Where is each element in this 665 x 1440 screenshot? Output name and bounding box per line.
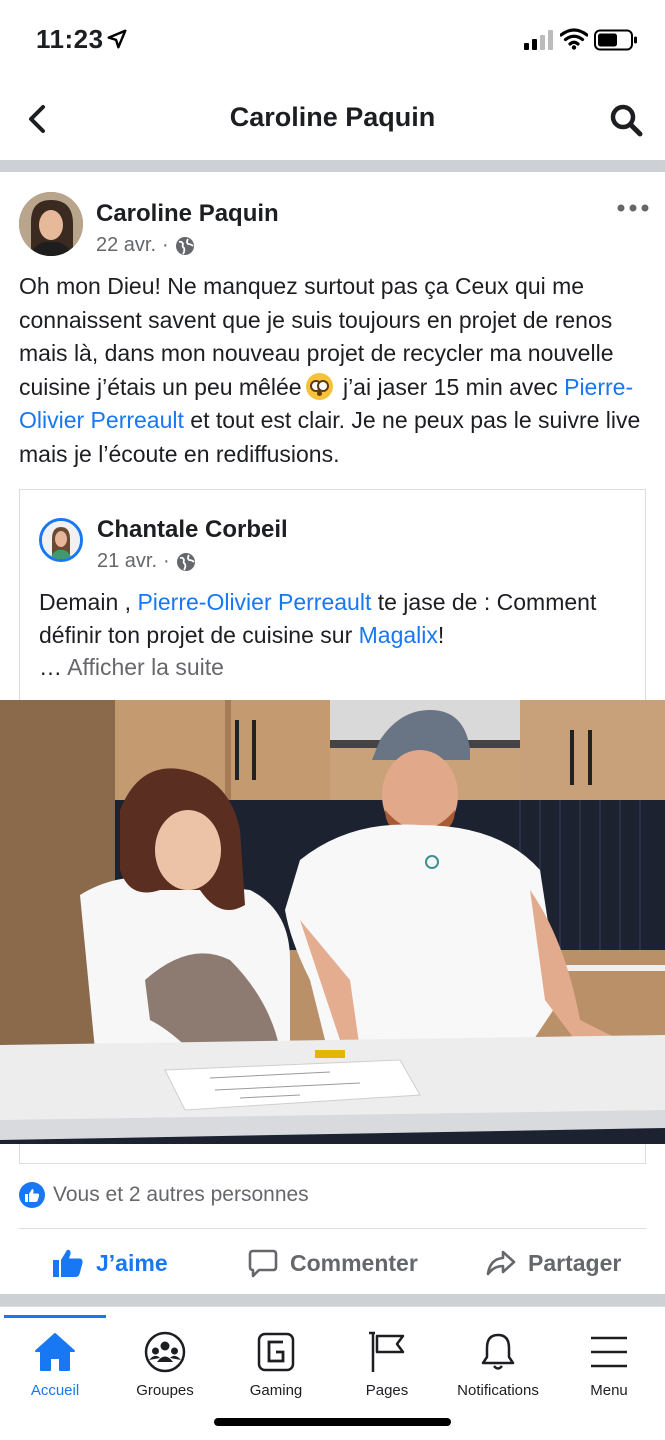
home-icon: [35, 1333, 75, 1371]
tab-label: Groupes: [136, 1382, 194, 1399]
like-label: J’aime: [96, 1249, 168, 1276]
shared-author-name[interactable]: Chantale Corbeil: [97, 516, 288, 544]
globe-icon: [175, 236, 194, 255]
status-time: 11:23: [36, 24, 104, 54]
location-arrow-icon: [107, 29, 127, 49]
post-date[interactable]: 22 avr.: [96, 234, 156, 257]
tab-menu[interactable]: Menu: [554, 1331, 664, 1399]
meta-separator: ·: [162, 234, 169, 256]
battery-icon: [594, 29, 637, 51]
kitchen-photo: [0, 700, 665, 1144]
ellipsis: …: [39, 654, 68, 680]
tab-groupes[interactable]: Groupes: [110, 1331, 220, 1399]
like-button[interactable]: J’aime: [52, 1238, 168, 1288]
shared-mention-link[interactable]: Pierre-Olivier Perreault: [137, 589, 371, 615]
post-photo[interactable]: [0, 700, 665, 1144]
tab-gaming[interactable]: Gaming: [221, 1331, 331, 1399]
reactions-text: Vous et 2 autres personnes: [53, 1183, 309, 1206]
thumbs-up-icon: [53, 1249, 83, 1277]
tab-label: Gaming: [249, 1382, 303, 1399]
post-meta: 22 avr. ·: [96, 234, 195, 257]
nav-header: Caroline Paquin: [0, 80, 665, 160]
groups-icon: [144, 1331, 186, 1373]
share-label: Partager: [528, 1249, 622, 1276]
home-indicator: [214, 1418, 451, 1426]
shared-post-meta: 21 avr. ·: [97, 550, 196, 573]
status-bar: 11:23: [0, 0, 665, 80]
comment-bubble-icon: [248, 1249, 278, 1278]
page-link[interactable]: Magalix: [359, 622, 438, 648]
feed-post: Caroline Paquin 22 avr. · Oh mon Dieu! N…: [0, 172, 665, 1294]
comment-button[interactable]: Commenter: [248, 1238, 418, 1288]
comment-label: Commenter: [290, 1249, 418, 1276]
tab-notifications[interactable]: Notifications: [443, 1331, 553, 1399]
shared-author-avatar[interactable]: [39, 518, 83, 562]
post-body: Oh mon Dieu! Ne manquez surtout pas ça C…: [19, 270, 649, 471]
tab-accueil[interactable]: Accueil: [0, 1331, 110, 1399]
see-more-link[interactable]: Afficher la suite: [67, 654, 224, 680]
tab-pages[interactable]: Pages: [332, 1331, 442, 1399]
search-icon[interactable]: [608, 102, 644, 138]
tab-label: Accueil: [30, 1382, 80, 1399]
avatar-photo: [19, 192, 83, 256]
cellular-signal-icon: [524, 30, 553, 50]
gaming-icon: [257, 1332, 295, 1372]
shared-post-date[interactable]: 21 avr.: [97, 550, 157, 573]
tab-label: Notifications: [457, 1382, 539, 1399]
bell-icon: [481, 1333, 515, 1370]
more-options-icon[interactable]: [616, 200, 650, 216]
tab-label: Pages: [365, 1382, 409, 1399]
share-arrow-icon: [486, 1250, 516, 1276]
shared-post-body: Demain , Pierre-Olivier Perreault te jas…: [39, 586, 629, 684]
shared-avatar-photo: [42, 521, 80, 559]
flushed-face-emoji-icon: [305, 372, 333, 400]
meta-separator: ·: [163, 550, 170, 572]
hamburger-icon: [591, 1336, 627, 1368]
section-divider: [0, 1294, 665, 1306]
share-button[interactable]: Partager: [486, 1238, 621, 1288]
author-name[interactable]: Caroline Paquin: [96, 200, 279, 228]
page-title: Caroline Paquin: [229, 102, 436, 132]
author-avatar[interactable]: [19, 192, 83, 256]
post-text-part2: j’ai jaser 15 min avec: [336, 373, 565, 400]
shared-text-end: !: [437, 621, 445, 648]
tab-label: Menu: [590, 1382, 628, 1399]
section-divider: [0, 160, 665, 172]
reactions-summary[interactable]: Vous et 2 autres personnes: [19, 1182, 309, 1208]
flag-icon: [369, 1331, 405, 1372]
active-tab-indicator: [4, 1315, 106, 1318]
globe-icon: [176, 552, 195, 571]
shared-text-intro: Demain ,: [39, 589, 138, 615]
wifi-icon: [560, 28, 588, 50]
like-reaction-icon: [19, 1182, 45, 1208]
actions-divider: [19, 1228, 646, 1229]
